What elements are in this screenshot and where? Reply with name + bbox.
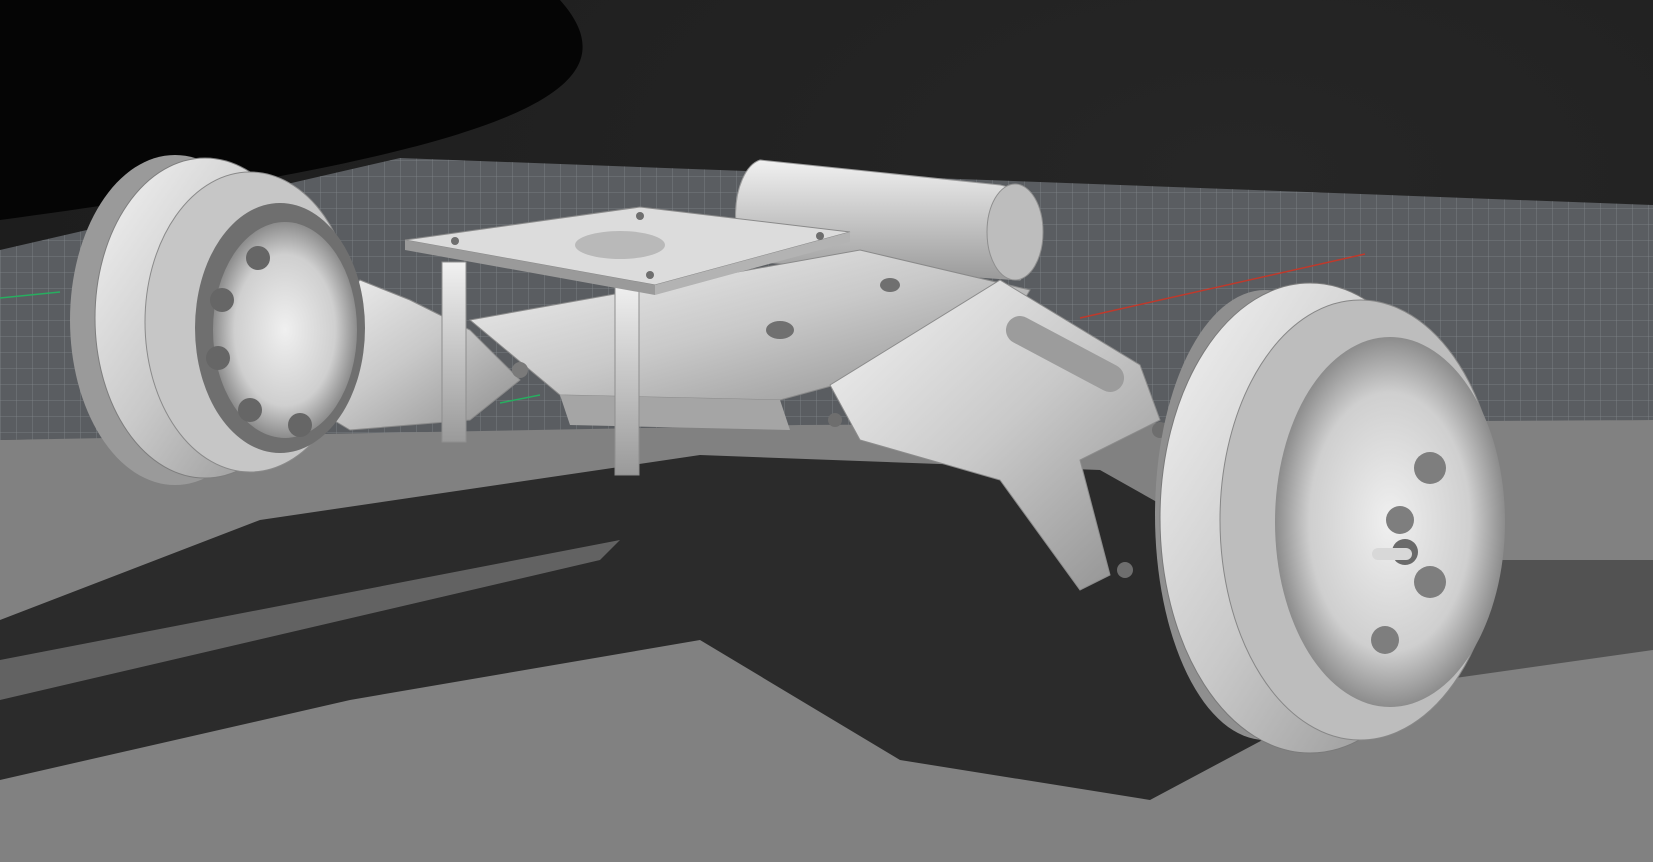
3d-viewport[interactable]: [0, 0, 1653, 862]
viewport-canvas[interactable]: [0, 0, 1653, 862]
